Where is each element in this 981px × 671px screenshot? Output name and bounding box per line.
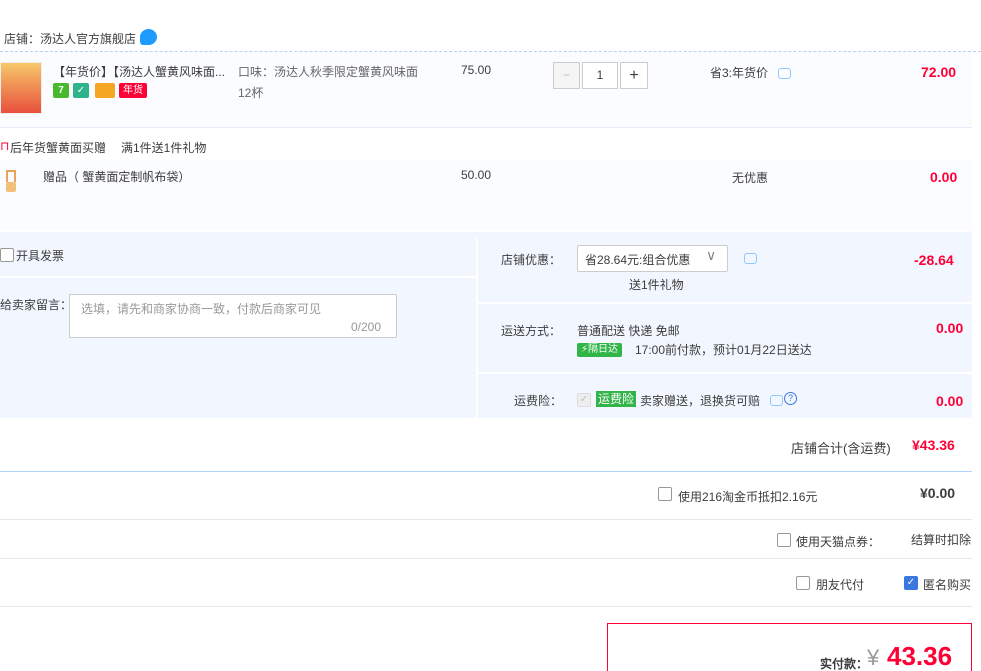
insurance-badge: 运费险: [596, 391, 637, 407]
insurance-label: 运费险：: [514, 394, 563, 408]
quantity-increase-button[interactable]: +: [620, 62, 648, 89]
shipping-label: 运送方式：: [501, 324, 562, 338]
anonymous-checkbox[interactable]: ✓: [904, 576, 918, 590]
divider: [478, 372, 972, 374]
gift-promo-title: 后年货蟹黄面买赠: [10, 141, 107, 155]
shop-name[interactable]: 店铺：汤达人官方旗舰店: [4, 30, 136, 47]
shop-discount-selected: 省28.64元:组合优惠: [585, 253, 691, 267]
quantity-input[interactable]: 1: [582, 62, 618, 89]
guarantee-icon: ✓: [73, 83, 89, 98]
friend-pay-label[interactable]: 朋友代付: [816, 576, 864, 593]
product-title[interactable]: 【年货价】【汤达人蟹黄风味面...: [53, 63, 225, 80]
shop-discount-gift: 送1件礼物: [629, 278, 684, 292]
comment-icon[interactable]: [770, 395, 783, 406]
gift-bag-thumbnail: [4, 167, 20, 197]
product-flavor: 口味：汤达人秋季限定蟹黄风味面: [238, 65, 419, 79]
chevron-down-icon: ∨: [706, 247, 717, 263]
item-promo: 省3:年货价: [710, 66, 769, 80]
seller-message-placeholder: 选填，请先和商家协商一致，付款后商家可见: [81, 302, 322, 316]
invoice-label[interactable]: 开具发票: [16, 247, 64, 264]
comment-icon[interactable]: [778, 68, 791, 79]
gift-price: 50.00: [461, 168, 492, 182]
coins-checkbox[interactable]: [658, 487, 672, 501]
payment-currency: ¥: [867, 645, 880, 670]
points-label[interactable]: 使用天猫点券：: [796, 533, 880, 550]
gift-subtotal: 0.00: [930, 169, 958, 185]
coins-label[interactable]: 使用216淘金币抵扣2.16元: [678, 488, 817, 505]
message-label: 给卖家留言：: [0, 298, 73, 312]
divider: [478, 302, 972, 304]
insurance-checkbox[interactable]: ✓: [577, 393, 591, 407]
points-value: 结算时扣除: [911, 533, 972, 547]
product-thumbnail[interactable]: [0, 62, 42, 114]
gift-promo: 无优惠: [732, 171, 769, 185]
gift-name: 赠品（ 蟹黄面定制帆布袋）: [43, 170, 191, 184]
coins-amount: ¥0.00: [920, 485, 956, 501]
anonymous-label[interactable]: 匿名购买: [923, 576, 971, 593]
divider: [0, 519, 972, 520]
shop-discount-label: 店铺优惠：: [501, 253, 562, 267]
shipping-method: 普通配送 快递 免邮: [577, 324, 680, 338]
shop-total-amount: ¥43.36: [912, 437, 955, 453]
item-subtotal: 72.00: [921, 64, 957, 80]
points-checkbox[interactable]: [777, 533, 791, 547]
new-year-badge: 年货: [119, 83, 147, 98]
comment-icon[interactable]: [744, 253, 757, 264]
gift-icon: ⊓: [0, 139, 10, 153]
shop-total-label: 店铺合计(含运费): [791, 441, 891, 456]
product-flavor-count: 12杯: [238, 86, 264, 100]
seven-day-return-icon: 7: [53, 83, 69, 98]
divider: [0, 276, 478, 278]
chat-icon[interactable]: [140, 29, 157, 45]
divider: [0, 558, 972, 559]
shipping-eta: 17:00前付款，预计01月22日送达: [635, 343, 812, 357]
gift-promo-rule: 满1件送1件礼物: [121, 141, 207, 155]
divider: [0, 606, 972, 607]
shop-discount-amount: -28.64: [914, 252, 954, 268]
next-day-badge: ⚡隔日达: [577, 343, 623, 357]
invoice-checkbox[interactable]: [0, 248, 14, 262]
divider: [476, 238, 478, 418]
payment-label: 实付款：: [820, 657, 869, 671]
card-icon: [95, 83, 115, 98]
insurance-desc: 卖家赠送，退换货可赔: [640, 394, 761, 408]
payment-amount: 43.36: [887, 641, 953, 671]
shipping-amount: 0.00: [936, 320, 964, 336]
message-counter: 0/200: [351, 320, 382, 334]
quantity-decrease-button[interactable]: −: [553, 62, 580, 89]
help-icon[interactable]: ?: [784, 392, 797, 405]
product-price: 75.00: [461, 63, 492, 77]
friend-pay-checkbox[interactable]: [796, 576, 810, 590]
insurance-amount: 0.00: [936, 393, 964, 409]
